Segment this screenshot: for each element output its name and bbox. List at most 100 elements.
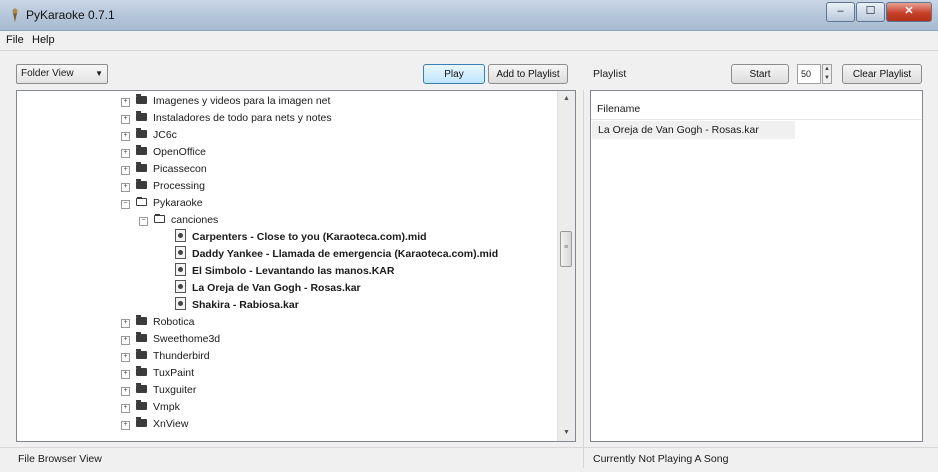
folder-icon (136, 145, 147, 155)
folder-icon (136, 400, 147, 410)
clear-playlist-button[interactable]: Clear Playlist (842, 64, 922, 84)
folder-icon (136, 179, 147, 189)
tree-item-label: Thunderbird (153, 350, 210, 362)
expand-icon[interactable]: + (121, 149, 130, 158)
collapse-icon[interactable]: − (139, 217, 148, 226)
expand-icon[interactable]: + (121, 166, 130, 175)
expand-icon[interactable]: + (121, 183, 130, 192)
start-button[interactable]: Start (731, 64, 789, 84)
tree-folder-item[interactable]: − Pykaraoke (121, 195, 203, 211)
tree-folder-item[interactable]: + Instaladores de todo para nets y notes (121, 110, 332, 126)
tree-item-label: El Simbolo - Levantando las manos.KAR (192, 265, 395, 277)
scrollbar-thumb[interactable]: ≡ (560, 231, 572, 267)
status-right: Currently Not Playing A Song (593, 453, 729, 465)
expand-icon[interactable]: + (121, 370, 130, 379)
tree-item-label: Processing (153, 180, 205, 192)
expand-icon[interactable]: + (121, 98, 130, 107)
view-select-value: Folder View (21, 68, 74, 79)
tree-folder-item[interactable]: + Vmpk (121, 399, 180, 415)
window-title: PyKaraoke 0.7.1 (26, 8, 115, 22)
tree-item-label: Vmpk (153, 401, 180, 413)
tree-folder-item[interactable]: + Imagenes y videos para la imagen net (121, 93, 330, 109)
playlist-list[interactable]: Filename La Oreja de Van Gogh - Rosas.ka… (590, 90, 923, 442)
tree-folder-item[interactable]: + Robotica (121, 314, 194, 330)
expand-icon[interactable]: + (121, 132, 130, 141)
playlist-item[interactable]: La Oreja de Van Gogh - Rosas.kar (592, 121, 795, 139)
music-file-icon (175, 280, 186, 293)
thumb-grip-icon: ≡ (564, 244, 569, 251)
tree-item-label: Daddy Yankee - Llamada de emergencia (Ka… (192, 248, 499, 260)
folder-icon (136, 111, 147, 121)
playlist-column-header[interactable]: Filename (591, 99, 922, 120)
tree-scrollbar[interactable]: ▲ ≡ ▼ (557, 91, 575, 441)
folder-open-icon (154, 214, 165, 223)
tree-item-label: Sweethome3d (153, 333, 221, 345)
play-button[interactable]: Play (423, 64, 485, 84)
tree-folder-item[interactable]: + Processing (121, 178, 205, 194)
close-button[interactable]: ✕ (886, 2, 932, 22)
playlist-label: Playlist (593, 68, 627, 80)
maximize-button[interactable]: ☐ (856, 2, 885, 22)
menu-file[interactable]: File (6, 34, 24, 46)
music-file-icon (175, 246, 186, 259)
dropdown-arrow-icon: ▼ (95, 69, 103, 78)
tree-item-label: Instaladores de todo para nets y notes (153, 112, 332, 124)
folder-icon (136, 162, 147, 172)
window-controls: – ☐ ✕ (826, 2, 932, 22)
tree-folder-item[interactable]: + Thunderbird (121, 348, 210, 364)
tree-folder-item[interactable]: + XnView (121, 416, 188, 432)
tree-file-item[interactable]: Daddy Yankee - Llamada de emergencia (Ka… (175, 246, 498, 262)
tree-folder-item[interactable]: + Sweethome3d (121, 331, 220, 347)
folder-icon (136, 94, 147, 104)
expand-icon[interactable]: + (121, 319, 130, 328)
expand-icon[interactable]: + (121, 115, 130, 124)
tree-item-label: Pykaraoke (153, 197, 203, 209)
status-left: File Browser View (18, 453, 102, 465)
scroll-down-arrow-icon[interactable]: ▼ (558, 425, 575, 441)
tree-folder-item[interactable]: + OpenOffice (121, 144, 206, 160)
volume-spinbox[interactable]: 50 (797, 64, 821, 84)
tree-folder-item[interactable]: + Picassecon (121, 161, 207, 177)
folder-icon (136, 417, 147, 427)
title-bar[interactable]: PyKaraoke 0.7.1 – ☐ ✕ (0, 0, 938, 31)
status-separator (0, 447, 938, 448)
collapse-icon[interactable]: − (121, 200, 130, 209)
expand-icon[interactable]: + (121, 421, 130, 430)
tree-item-label: Shakira - Rabiosa.kar (192, 299, 299, 311)
folder-icon (136, 366, 147, 376)
expand-icon[interactable]: + (121, 353, 130, 362)
folder-icon (136, 332, 147, 342)
add-to-playlist-button[interactable]: Add to Playlist (488, 64, 568, 84)
menu-bar: File Help (0, 31, 938, 51)
folder-icon (136, 349, 147, 359)
expand-icon[interactable]: + (121, 336, 130, 345)
tree-item-label: OpenOffice (153, 146, 206, 158)
tree-item-label: TuxPaint (153, 367, 195, 379)
spin-arrows-icon[interactable]: ▲ ▼ (822, 64, 832, 84)
panel-divider[interactable] (583, 90, 584, 468)
minimize-button[interactable]: – (826, 2, 855, 22)
view-select[interactable]: Folder View ▼ (16, 64, 108, 84)
music-file-icon (175, 263, 186, 276)
tree-folder-item[interactable]: + JC6c (121, 127, 177, 143)
expand-icon[interactable]: + (121, 404, 130, 413)
tree-file-item[interactable]: Shakira - Rabiosa.kar (175, 297, 299, 313)
scroll-up-arrow-icon[interactable]: ▲ (558, 91, 575, 107)
tree-folder-item[interactable]: − canciones (139, 212, 218, 228)
tree-item-label: La Oreja de Van Gogh - Rosas.kar (192, 282, 361, 294)
music-file-icon (175, 297, 186, 310)
folder-icon (136, 383, 147, 393)
expand-icon[interactable]: + (121, 387, 130, 396)
file-browser-tree[interactable]: + Imagenes y videos para la imagen net + In… (16, 90, 576, 442)
tree-file-item[interactable]: La Oreja de Van Gogh - Rosas.kar (175, 280, 361, 296)
main-area: Folder View ▼ Play Add to Playlist + Imag… (0, 51, 938, 472)
menu-help[interactable]: Help (32, 34, 55, 46)
tree-file-item[interactable]: Carpenters - Close to you (Karaoteca.com… (175, 229, 427, 245)
music-file-icon (175, 229, 186, 242)
app-icon (12, 8, 18, 22)
tree-item-label: Tuxguiter (153, 384, 197, 396)
tree-item-label: Picassecon (153, 163, 207, 175)
tree-folder-item[interactable]: + Tuxguiter (121, 382, 196, 398)
tree-file-item[interactable]: El Simbolo - Levantando las manos.KAR (175, 263, 394, 279)
tree-folder-item[interactable]: + TuxPaint (121, 365, 194, 381)
